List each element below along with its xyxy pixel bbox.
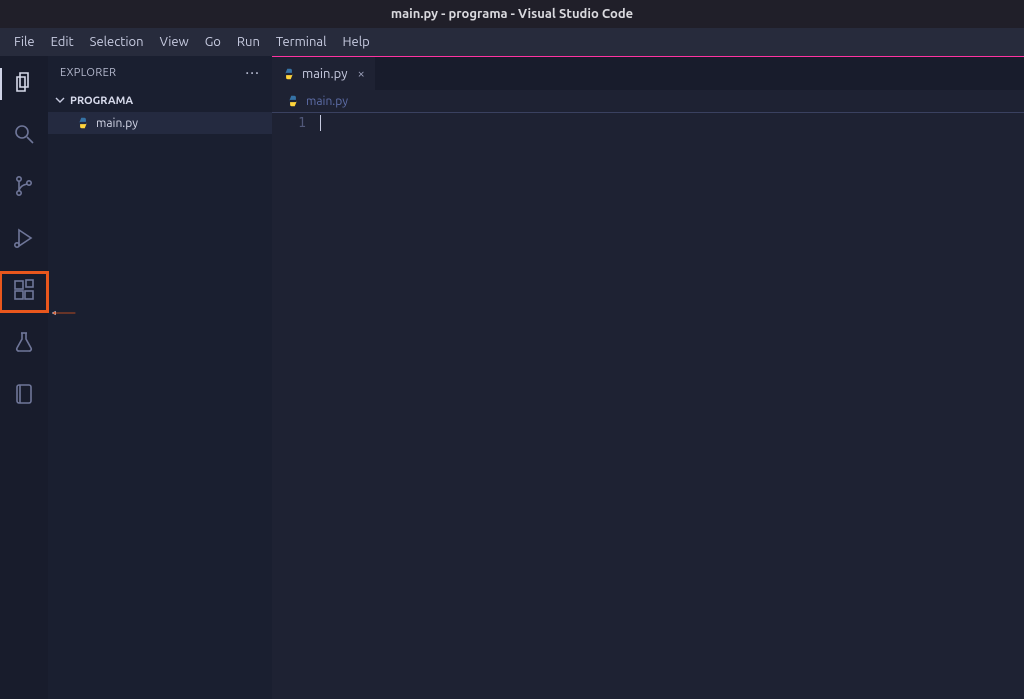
explorer-title: EXPLORER xyxy=(60,67,116,79)
files-icon xyxy=(12,70,36,98)
activity-explorer[interactable] xyxy=(0,64,48,104)
menu-view[interactable]: View xyxy=(152,35,197,49)
breadcrumb-segment: main.py xyxy=(306,95,348,108)
activity-run-debug[interactable] xyxy=(0,220,48,260)
line-number-gutter: 1 xyxy=(272,113,320,699)
activity-extensions[interactable] xyxy=(0,272,48,312)
explorer-file-name: main.py xyxy=(96,117,138,130)
explorer-folder-name: PROGRAMA xyxy=(70,95,133,107)
main-area: EXPLORER ··· PROGRAMA main.py main.py × xyxy=(0,56,1024,699)
activity-search[interactable] xyxy=(0,116,48,156)
search-icon xyxy=(12,122,36,150)
flask-icon xyxy=(12,330,36,358)
play-bug-icon xyxy=(12,226,36,254)
python-icon xyxy=(76,116,90,130)
explorer-sidebar: EXPLORER ··· PROGRAMA main.py xyxy=(48,56,272,699)
editor-tab[interactable]: main.py × xyxy=(272,57,375,90)
code-area[interactable] xyxy=(320,113,1024,699)
branch-icon xyxy=(12,174,36,202)
menu-edit[interactable]: Edit xyxy=(43,35,82,49)
explorer-more-button[interactable]: ··· xyxy=(245,64,260,82)
window-titlebar: main.py - programa - Visual Studio Code xyxy=(0,0,1024,28)
breadcrumb[interactable]: main.py xyxy=(272,90,1024,112)
explorer-folder-header[interactable]: PROGRAMA xyxy=(48,90,272,112)
menu-run[interactable]: Run xyxy=(229,35,268,49)
activity-source-control[interactable] xyxy=(0,168,48,208)
editor-tab-bar: main.py × xyxy=(272,56,1024,90)
editor-tab-label: main.py xyxy=(302,67,348,81)
menu-bar: File Edit Selection View Go Run Terminal… xyxy=(0,28,1024,56)
menu-help[interactable]: Help xyxy=(334,35,377,49)
explorer-header: EXPLORER ··· xyxy=(48,56,272,90)
activity-bar xyxy=(0,56,48,699)
menu-go[interactable]: Go xyxy=(197,35,229,49)
explorer-file-row[interactable]: main.py xyxy=(48,112,272,134)
extensions-icon xyxy=(12,278,36,306)
editor-group: main.py × main.py 1 xyxy=(272,56,1024,699)
text-cursor xyxy=(320,115,321,131)
python-icon xyxy=(286,94,300,108)
activity-testing[interactable] xyxy=(0,324,48,364)
python-icon xyxy=(282,67,296,81)
notebook-icon xyxy=(12,382,36,410)
line-number: 1 xyxy=(272,115,306,133)
editor-tab-close[interactable]: × xyxy=(354,67,365,81)
window-title: main.py - programa - Visual Studio Code xyxy=(391,7,633,21)
menu-terminal[interactable]: Terminal xyxy=(268,35,335,49)
menu-file[interactable]: File xyxy=(6,35,43,49)
code-editor[interactable]: 1 xyxy=(272,112,1024,699)
activity-notebook[interactable] xyxy=(0,376,48,416)
chevron-down-icon xyxy=(54,95,66,108)
menu-selection[interactable]: Selection xyxy=(82,35,152,49)
